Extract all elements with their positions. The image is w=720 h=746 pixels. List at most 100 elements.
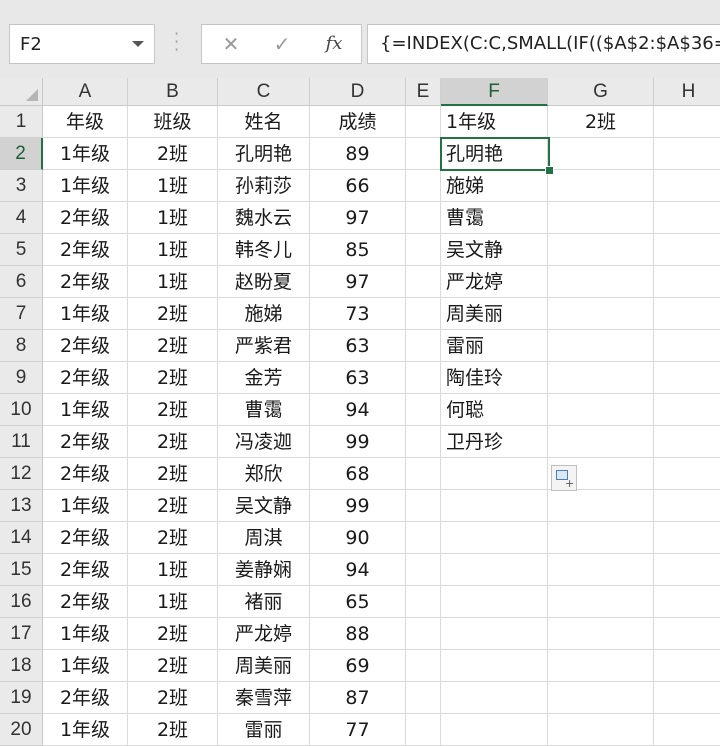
cell-b2[interactable]: 2班 (128, 138, 218, 170)
cell-b8[interactable]: 2班 (128, 330, 218, 362)
cell-h15[interactable] (654, 554, 720, 586)
cell-g14[interactable] (548, 522, 654, 554)
cell-c1[interactable]: 姓名 (218, 106, 310, 138)
cell-h7[interactable] (654, 298, 720, 330)
cell-d13[interactable]: 99 (310, 490, 406, 522)
cell-g17[interactable] (548, 618, 654, 650)
cell-f6[interactable]: 严龙婷 (441, 266, 548, 298)
cell-f20[interactable] (441, 714, 548, 746)
cell-g19[interactable] (548, 682, 654, 714)
cell-h8[interactable] (654, 330, 720, 362)
cell-c20[interactable]: 雷丽 (218, 714, 310, 746)
cell-d11[interactable]: 99 (310, 426, 406, 458)
cell-a4[interactable]: 2年级 (43, 202, 128, 234)
cell-g4[interactable] (548, 202, 654, 234)
cell-c3[interactable]: 孙莉莎 (218, 170, 310, 202)
cell-h4[interactable] (654, 202, 720, 234)
cell-d16[interactable]: 65 (310, 586, 406, 618)
cell-f13[interactable] (441, 490, 548, 522)
cell-d18[interactable]: 69 (310, 650, 406, 682)
cell-f19[interactable] (441, 682, 548, 714)
column-header-b[interactable]: B (128, 78, 218, 106)
column-header-g[interactable]: G (548, 78, 654, 106)
cell-e20[interactable] (406, 714, 441, 746)
cell-c17[interactable]: 严龙婷 (218, 618, 310, 650)
cell-b13[interactable]: 2班 (128, 490, 218, 522)
row-header-3[interactable]: 3 (0, 170, 43, 202)
cell-d6[interactable]: 97 (310, 266, 406, 298)
cell-h10[interactable] (654, 394, 720, 426)
cell-a3[interactable]: 1年级 (43, 170, 128, 202)
cell-a6[interactable]: 2年级 (43, 266, 128, 298)
cell-f4[interactable]: 曹霭 (441, 202, 548, 234)
cell-e8[interactable] (406, 330, 441, 362)
cell-f1[interactable]: 1年级 (441, 106, 548, 138)
cell-d8[interactable]: 63 (310, 330, 406, 362)
cell-e18[interactable] (406, 650, 441, 682)
cell-c2[interactable]: 孔明艳 (218, 138, 310, 170)
cell-a20[interactable]: 1年级 (43, 714, 128, 746)
cell-g6[interactable] (548, 266, 654, 298)
cell-f15[interactable] (441, 554, 548, 586)
cell-h17[interactable] (654, 618, 720, 650)
cell-c12[interactable]: 郑欣 (218, 458, 310, 490)
cell-g18[interactable] (548, 650, 654, 682)
cell-b9[interactable]: 2班 (128, 362, 218, 394)
cell-h14[interactable] (654, 522, 720, 554)
row-header-5[interactable]: 5 (0, 234, 43, 266)
cell-f18[interactable] (441, 650, 548, 682)
cell-a18[interactable]: 1年级 (43, 650, 128, 682)
cell-g2[interactable] (548, 138, 654, 170)
cell-g7[interactable] (548, 298, 654, 330)
cell-c13[interactable]: 吴文静 (218, 490, 310, 522)
cell-b16[interactable]: 1班 (128, 586, 218, 618)
cell-b5[interactable]: 1班 (128, 234, 218, 266)
cell-a13[interactable]: 1年级 (43, 490, 128, 522)
cell-g1[interactable]: 2班 (548, 106, 654, 138)
cell-h18[interactable] (654, 650, 720, 682)
cell-f7[interactable]: 周美丽 (441, 298, 548, 330)
row-header-7[interactable]: 7 (0, 298, 43, 330)
cell-h19[interactable] (654, 682, 720, 714)
insert-function-icon[interactable]: fx (320, 31, 348, 57)
cell-e3[interactable] (406, 170, 441, 202)
cell-c11[interactable]: 冯凌迦 (218, 426, 310, 458)
cell-e11[interactable] (406, 426, 441, 458)
name-box[interactable]: F2 (9, 24, 155, 64)
check-icon[interactable]: ✓ (268, 31, 296, 57)
cell-a5[interactable]: 2年级 (43, 234, 128, 266)
cell-e17[interactable] (406, 618, 441, 650)
cell-a12[interactable]: 2年级 (43, 458, 128, 490)
row-header-6[interactable]: 6 (0, 266, 43, 298)
row-header-20[interactable]: 20 (0, 714, 43, 746)
column-header-h[interactable]: H (654, 78, 720, 106)
row-header-11[interactable]: 11 (0, 426, 43, 458)
cell-b10[interactable]: 2班 (128, 394, 218, 426)
row-header-19[interactable]: 19 (0, 682, 43, 714)
row-header-15[interactable]: 15 (0, 554, 43, 586)
cell-g10[interactable] (548, 394, 654, 426)
formula-input[interactable]: {=INDEX(C:C,SMALL(IF(($A$2:$A$36=$F$1)*(… (367, 24, 720, 64)
cell-h16[interactable] (654, 586, 720, 618)
row-header-1[interactable]: 1 (0, 106, 43, 138)
cell-g5[interactable] (548, 234, 654, 266)
cell-b20[interactable]: 2班 (128, 714, 218, 746)
column-header-d[interactable]: D (310, 78, 406, 106)
cell-e14[interactable] (406, 522, 441, 554)
paste-options-button[interactable]: + (551, 465, 577, 491)
row-header-9[interactable]: 9 (0, 362, 43, 394)
cell-a8[interactable]: 2年级 (43, 330, 128, 362)
cell-g3[interactable] (548, 170, 654, 202)
row-header-14[interactable]: 14 (0, 522, 43, 554)
cell-a15[interactable]: 2年级 (43, 554, 128, 586)
cell-a14[interactable]: 2年级 (43, 522, 128, 554)
row-header-17[interactable]: 17 (0, 618, 43, 650)
row-header-12[interactable]: 12 (0, 458, 43, 490)
cell-e15[interactable] (406, 554, 441, 586)
row-header-4[interactable]: 4 (0, 202, 43, 234)
column-header-f[interactable]: F (441, 78, 548, 106)
cell-h2[interactable] (654, 138, 720, 170)
cell-e7[interactable] (406, 298, 441, 330)
cell-a19[interactable]: 2年级 (43, 682, 128, 714)
cell-d17[interactable]: 88 (310, 618, 406, 650)
